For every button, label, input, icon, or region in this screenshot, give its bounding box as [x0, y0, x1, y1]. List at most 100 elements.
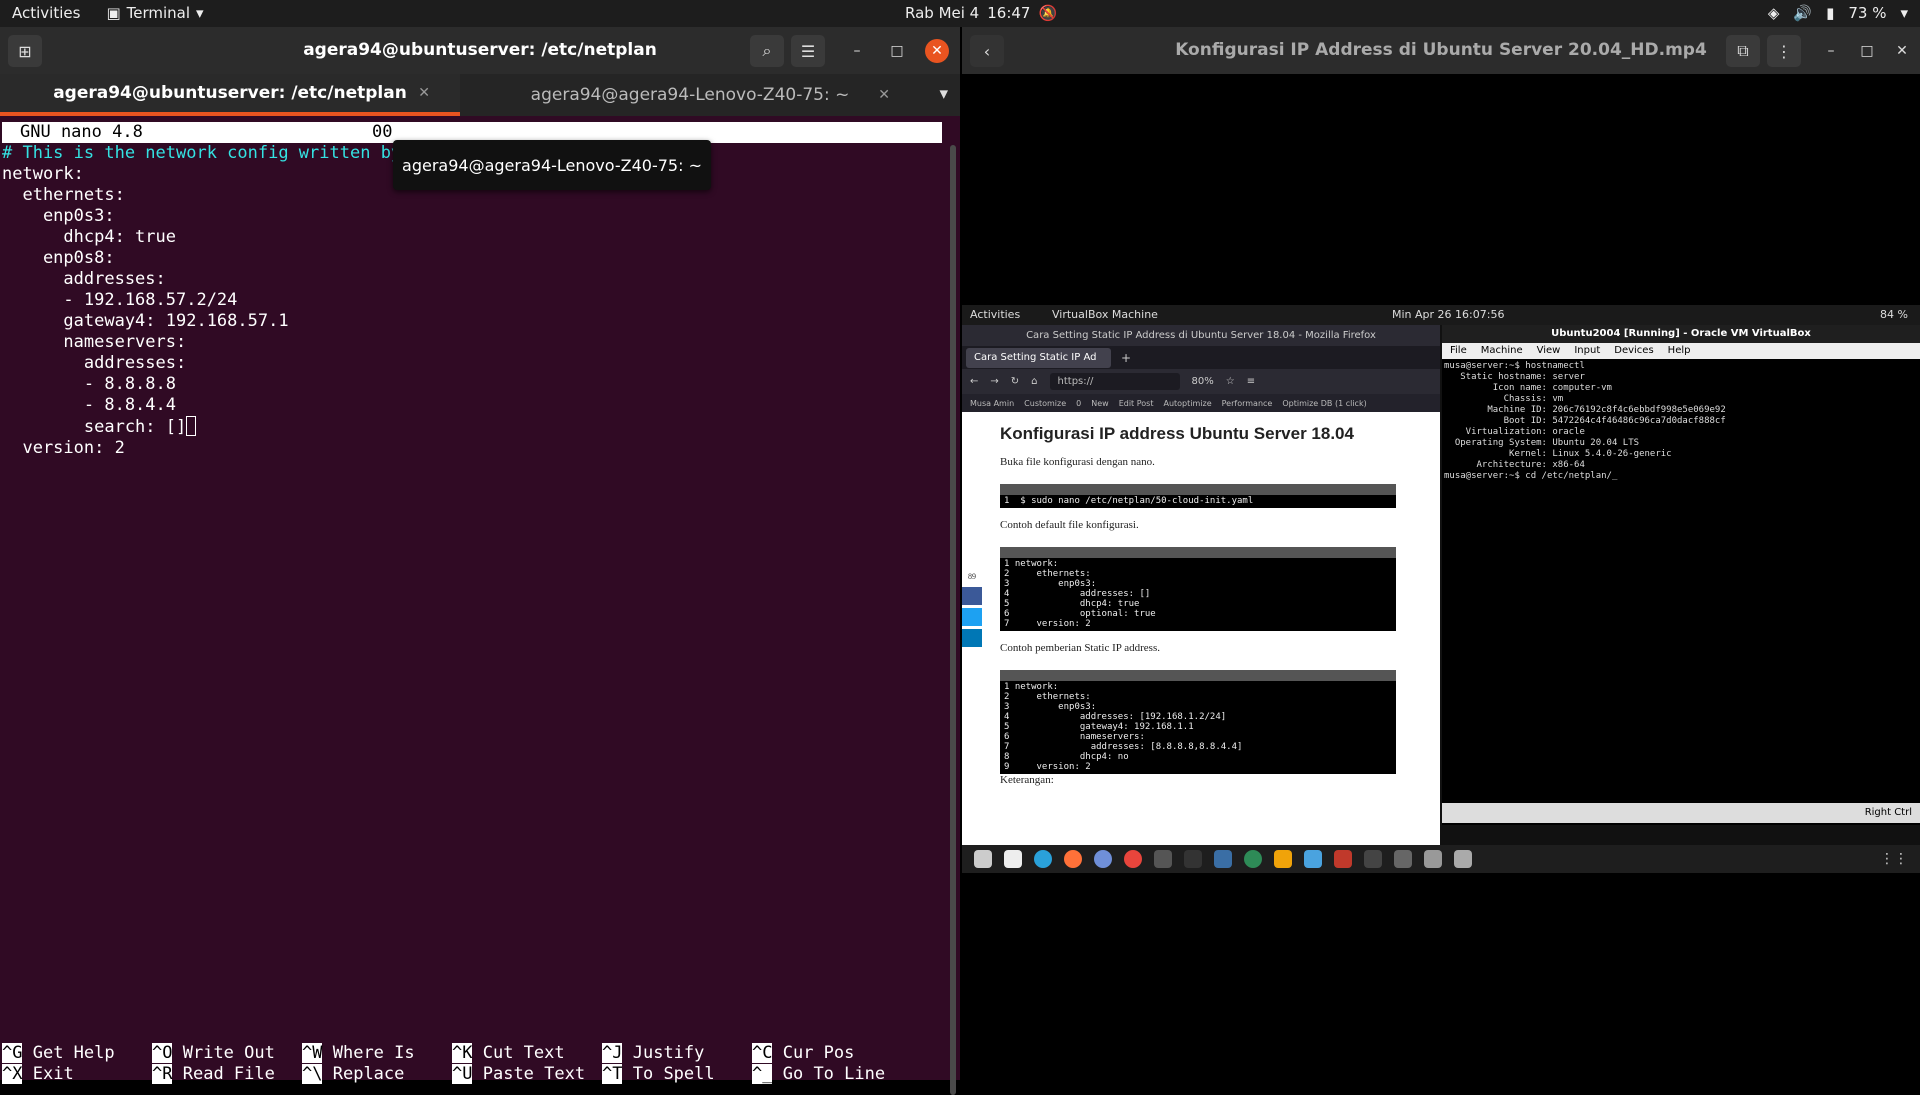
close-icon: ✕: [931, 43, 943, 59]
shortcut-justify: ^J Justify: [602, 1043, 705, 1063]
volume-icon: 🔊: [1793, 4, 1813, 22]
clock-date: Rab Mei 4: [905, 4, 980, 22]
video-frame[interactable]: Activities VirtualBox Machine Min Apr 26…: [962, 305, 1920, 873]
code-line: gateway4: 192.168.57.1: [2, 311, 289, 331]
vm-statusbar: Right Ctrl: [1442, 803, 1920, 823]
search-button[interactable]: ⌕: [750, 35, 784, 67]
shortcut-write-out: ^O Write Out: [152, 1043, 275, 1063]
code-line: dhcp4: true: [2, 227, 176, 247]
app-icon: [1184, 850, 1202, 868]
url-bar: https://: [1049, 373, 1180, 390]
firefox-tabbar: Cara Setting Static IP Ad +: [962, 346, 1440, 369]
close-button[interactable]: ✕: [925, 39, 949, 63]
forward-icon: →: [990, 376, 999, 387]
bookmark: Musa Amin: [970, 398, 1015, 408]
code-line: - 8.8.8.8: [2, 374, 176, 394]
firefox-window: Cara Setting Static IP Address di Ubuntu…: [962, 325, 1440, 845]
inner-topbar: Activities VirtualBox Machine Min Apr 26…: [962, 305, 1920, 325]
app-icon: [1424, 850, 1442, 868]
system-topbar: Activities ▣ Terminal ▾ Rab Mei 4 16:47 …: [0, 0, 1920, 27]
terminal-header: ⊞ agera94@ubuntuserver: /etc/netplan ⌕ ☰…: [0, 27, 960, 74]
bookmark: Edit Post: [1118, 398, 1154, 408]
tab-list-icon[interactable]: ▾: [939, 84, 948, 104]
code-line: nameservers:: [2, 332, 187, 352]
inner-app-menu: VirtualBox Machine: [1052, 308, 1158, 321]
notifications-off-icon: 🔕: [1038, 4, 1058, 22]
close-tab-icon[interactable]: ✕: [418, 85, 430, 101]
maximize-button[interactable]: □: [1855, 39, 1879, 63]
menu-item: File: [1450, 345, 1467, 356]
video-menu-button[interactable]: ⋮: [1767, 35, 1801, 67]
shortcut-get-help: ^G Get Help: [2, 1043, 115, 1063]
pip-button[interactable]: ⧉: [1726, 35, 1760, 67]
close-tab-icon[interactable]: ✕: [878, 87, 890, 103]
app-icon: [1454, 850, 1472, 868]
inner-dock: ⋮⋮: [962, 845, 1920, 873]
maximize-button[interactable]: □: [885, 39, 909, 63]
terminal-icon: ▣: [106, 4, 121, 22]
tab-bar: agera94@ubuntuserver: /etc/netplan ✕ age…: [0, 74, 960, 116]
shortcut-to-spell: ^T To Spell: [602, 1064, 715, 1084]
minimize-button[interactable]: –: [1819, 39, 1843, 63]
shortcut-replace: ^\ Replace: [302, 1064, 405, 1084]
bookmark: Autoptimize: [1163, 398, 1212, 408]
tab-ubuntuserver[interactable]: agera94@ubuntuserver: /etc/netplan ✕: [0, 74, 460, 116]
clock[interactable]: Rab Mei 4 16:47 🔕: [905, 4, 1057, 22]
chevron-down-icon: ▾: [196, 4, 204, 22]
code-block: 1 network: 2 ethernets: 3 enp0s3: 4 addr…: [1000, 670, 1396, 774]
linkedin-icon: [962, 629, 982, 647]
nano-header-right: 00: [372, 122, 393, 142]
code-line: - 192.168.57.2/24: [2, 290, 238, 310]
telegram-icon: [1034, 850, 1052, 868]
menu-icon: ≡: [1246, 376, 1256, 387]
app-icon: [1154, 850, 1172, 868]
code-line: # This is the network config written by: [2, 143, 402, 163]
terminal-scrollbar[interactable]: [950, 145, 956, 1095]
app-menu[interactable]: ▣ Terminal ▾: [106, 4, 203, 22]
activities-button[interactable]: Activities: [12, 4, 80, 22]
tab-tooltip: agera94@agera94-Lenovo-Z40-75: ~: [393, 140, 711, 190]
menu-item: Machine: [1480, 345, 1523, 356]
menu-button[interactable]: ☰: [791, 35, 825, 67]
nano-editor[interactable]: GNU nano 4.8 00 # This is the network co…: [0, 116, 960, 1080]
home-icon: ⌂: [1031, 376, 1038, 387]
minimize-button[interactable]: –: [845, 39, 869, 63]
bookmark: 0: [1076, 398, 1082, 408]
bookmarks-bar: Musa Amin Customize 0 New Edit Post Auto…: [962, 394, 1440, 412]
star-icon: ☆: [1225, 376, 1235, 387]
firefox-icon: [1064, 850, 1082, 868]
code-line: - 8.8.4.4: [2, 395, 176, 415]
system-tray[interactable]: ◈ 🔊 ▮ 73 % ▾: [1768, 4, 1908, 22]
firefox-tab: Cara Setting Static IP Ad: [966, 347, 1111, 368]
code-block: 1 network: 2 ethernets: 3 enp0s3: 4 addr…: [1000, 547, 1396, 631]
document-icon: [1004, 850, 1022, 868]
code-line: enp0s3:: [2, 206, 115, 226]
bookmark: New: [1091, 398, 1109, 408]
text-cursor: [186, 416, 197, 436]
app-menu-label: Terminal: [126, 4, 191, 22]
terminal-window: ⊞ agera94@ubuntuserver: /etc/netplan ⌕ ☰…: [0, 27, 960, 1095]
code-line: network:: [2, 164, 84, 184]
video-player-window: ‹ Konfigurasi IP Address di Ubuntu Serve…: [962, 27, 1920, 1080]
article-paragraph: Contoh pemberian Static IP address.: [1000, 642, 1160, 654]
tab-lenovo[interactable]: agera94@agera94-Lenovo-Z40-75: ~ ✕: [460, 74, 920, 116]
shortcut-cut-text: ^K Cut Text: [452, 1043, 565, 1063]
zoom-level: 80%: [1191, 376, 1214, 387]
chromium-icon: [1094, 850, 1112, 868]
virtualbox-menu: File Machine View Input Devices Help: [1442, 343, 1920, 359]
close-button[interactable]: ✕: [1890, 39, 1914, 63]
battery-icon: ▮: [1826, 4, 1835, 22]
chrome-icon: [1124, 850, 1142, 868]
inner-battery: 84 %: [1880, 308, 1908, 321]
vm-console: musa@server:~$ hostnamectl Static hostna…: [1442, 359, 1912, 789]
hamburger-icon: ☰: [800, 41, 816, 61]
app-icon: [1214, 850, 1232, 868]
file-content[interactable]: # This is the network config written by n…: [2, 143, 401, 459]
twitter-icon: [962, 608, 982, 626]
nano-version: GNU nano 4.8: [20, 122, 143, 142]
shortcut-go-to-line: ^_ Go To Line: [752, 1064, 886, 1084]
share-count: 89: [968, 572, 976, 581]
bookmark: Optimize DB (1 click): [1282, 398, 1367, 408]
article-paragraph: Buka file konfigurasi dengan nano.: [1000, 456, 1155, 468]
code-line: enp0s8:: [2, 248, 115, 268]
